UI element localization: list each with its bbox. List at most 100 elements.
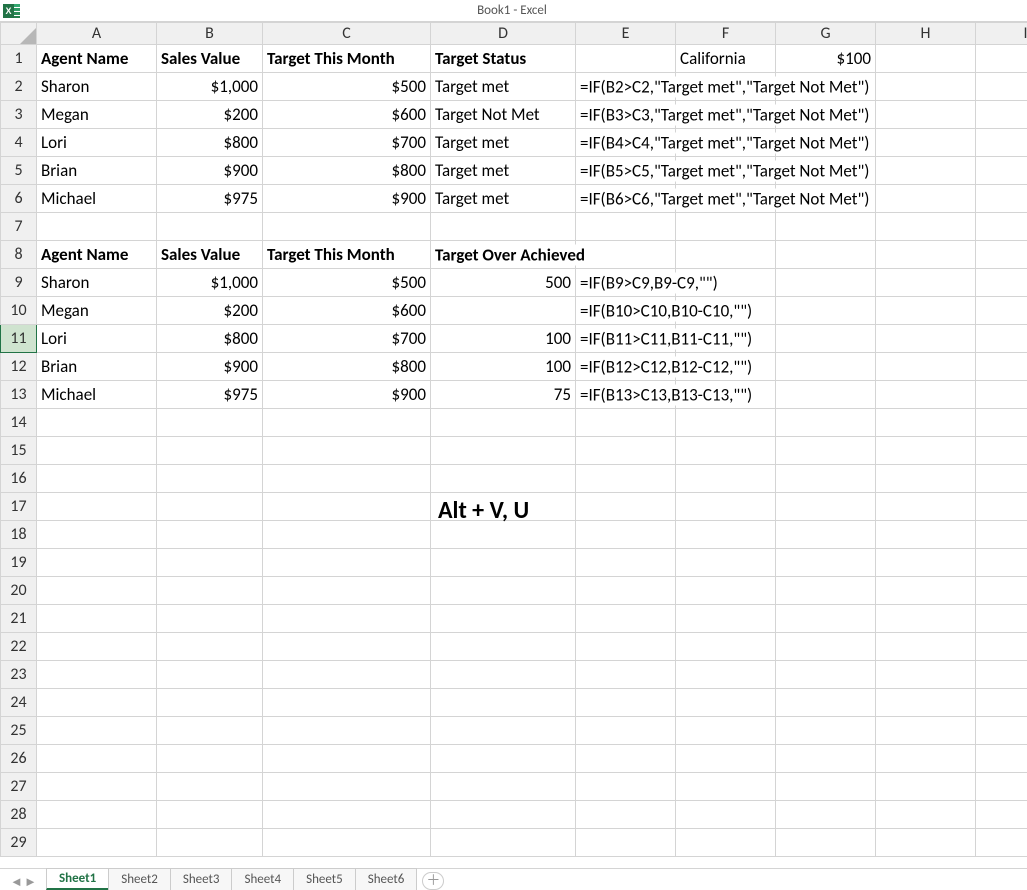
cell-A13[interactable]: Michael [37,381,157,409]
cell-H13[interactable] [876,381,976,409]
cell-H7[interactable] [876,213,976,241]
cell-I3[interactable] [976,101,1027,129]
cell-B13[interactable]: $975 [157,381,263,409]
cell-H6[interactable] [876,185,976,213]
cell-B15[interactable] [157,437,263,465]
col-header-G[interactable]: G [776,23,876,45]
cell-D20[interactable] [431,577,576,605]
cell-G25[interactable] [776,717,876,745]
cell-C5[interactable]: $800 [263,157,431,185]
cell-C8[interactable]: Target This Month [263,241,431,269]
row-header-19[interactable]: 19 [1,549,37,577]
cell-I23[interactable] [976,661,1027,689]
cell-I25[interactable] [976,717,1027,745]
cell-B4[interactable]: $800 [157,129,263,157]
cell-C10[interactable]: $600 [263,297,431,325]
cell-B9[interactable]: $1,000 [157,269,263,297]
sheet-nav-buttons[interactable]: ◄ ► [0,874,46,890]
cell-I16[interactable] [976,465,1027,493]
cell-I1[interactable] [976,45,1027,73]
cell-A5[interactable]: Brian [37,157,157,185]
cell-B23[interactable] [157,661,263,689]
cell-I15[interactable] [976,437,1027,465]
cell-B27[interactable] [157,773,263,801]
cell-C9[interactable]: $500 [263,269,431,297]
cell-A18[interactable] [37,521,157,549]
cell-D1[interactable]: Target Status [431,45,576,73]
cell-A9[interactable]: Sharon [37,269,157,297]
cell-F26[interactable] [676,745,776,773]
cell-E29[interactable] [576,829,676,857]
cell-B7[interactable] [157,213,263,241]
cell-I5[interactable] [976,157,1027,185]
cell-E7[interactable] [576,213,676,241]
cell-H10[interactable] [876,297,976,325]
cell-I10[interactable] [976,297,1027,325]
cell-B10[interactable]: $200 [157,297,263,325]
cell-B14[interactable] [157,409,263,437]
cell-C16[interactable] [263,465,431,493]
row-header-7[interactable]: 7 [1,213,37,241]
cell-F14[interactable] [676,409,776,437]
cell-B26[interactable] [157,745,263,773]
row-header-13[interactable]: 13 [1,381,37,409]
cell-C24[interactable] [263,689,431,717]
cell-D7[interactable] [431,213,576,241]
cell-F25[interactable] [676,717,776,745]
cell-G18[interactable] [776,521,876,549]
cell-E9[interactable]: =IF(B9>C9,B9-C9,"") [576,269,676,297]
cell-G29[interactable] [776,829,876,857]
row-header-22[interactable]: 22 [1,633,37,661]
row-header-6[interactable]: 6 [1,185,37,213]
cell-E14[interactable] [576,409,676,437]
cell-H12[interactable] [876,353,976,381]
cell-I17[interactable] [976,493,1027,521]
row-header-25[interactable]: 25 [1,717,37,745]
cell-A10[interactable]: Megan [37,297,157,325]
sheet-nav-prev-icon[interactable]: ◄ [10,874,22,890]
cell-E24[interactable] [576,689,676,717]
cell-A27[interactable] [37,773,157,801]
cell-E11[interactable]: =IF(B11>C11,B11-C11,"") [576,325,676,353]
sheet-table[interactable]: A B C D E F G H I 1Agent NameSales Value… [0,22,1027,857]
cell-D27[interactable] [431,773,576,801]
cell-C15[interactable] [263,437,431,465]
cell-F20[interactable] [676,577,776,605]
cell-I26[interactable] [976,745,1027,773]
cell-F8[interactable] [676,241,776,269]
cell-I28[interactable] [976,801,1027,829]
cell-E3[interactable]: =IF(B3>C3,"Target met","Target Not Met") [576,101,676,129]
select-all-corner[interactable] [1,23,37,45]
cell-G27[interactable] [776,773,876,801]
cell-D21[interactable] [431,605,576,633]
cell-D11[interactable]: 100 [431,325,576,353]
cell-A7[interactable] [37,213,157,241]
cell-A28[interactable] [37,801,157,829]
sheet-tab-sheet2[interactable]: Sheet2 [108,868,171,890]
cell-D18[interactable] [431,521,576,549]
cell-E5[interactable]: =IF(B5>C5,"Target met","Target Not Met") [576,157,676,185]
cell-A11[interactable]: Lori [37,325,157,353]
cell-D22[interactable] [431,633,576,661]
cell-H22[interactable] [876,633,976,661]
sheet-tab-bar[interactable]: ◄ ► Sheet1Sheet2Sheet3Sheet4Sheet5Sheet6… [0,868,1027,890]
cell-F16[interactable] [676,465,776,493]
cell-B11[interactable]: $800 [157,325,263,353]
cell-H24[interactable] [876,689,976,717]
row-header-17[interactable]: 17 [1,493,37,521]
cell-G22[interactable] [776,633,876,661]
cell-C17[interactable] [263,493,431,521]
cell-B24[interactable] [157,689,263,717]
cell-G13[interactable] [776,381,876,409]
cell-C19[interactable] [263,549,431,577]
cell-I21[interactable] [976,605,1027,633]
cell-A25[interactable] [37,717,157,745]
cell-A12[interactable]: Brian [37,353,157,381]
cell-E15[interactable] [576,437,676,465]
cell-G7[interactable] [776,213,876,241]
cell-E21[interactable] [576,605,676,633]
cell-A15[interactable] [37,437,157,465]
cell-H18[interactable] [876,521,976,549]
sheet-nav-next-icon[interactable]: ► [24,874,36,890]
cell-I12[interactable] [976,353,1027,381]
